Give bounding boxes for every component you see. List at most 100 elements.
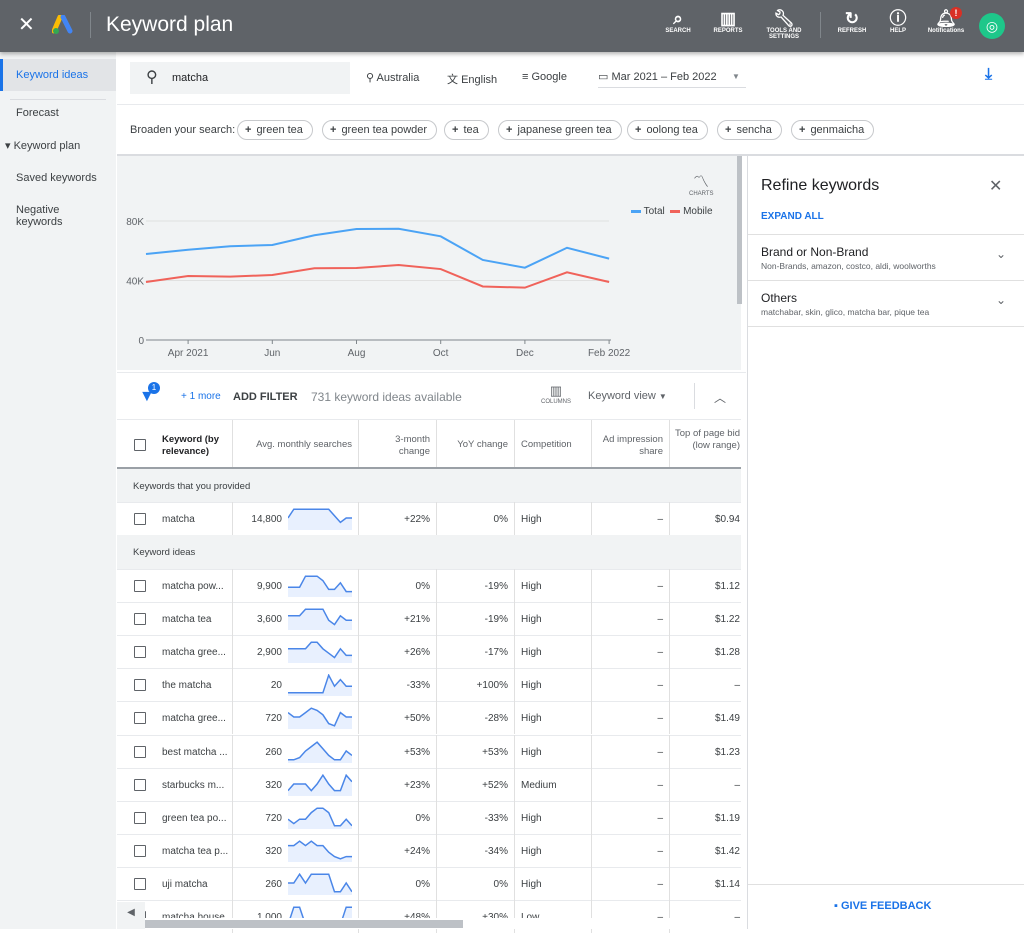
column-header[interactable]: Top of page bid (low range) <box>673 428 740 452</box>
keyword-cell[interactable]: matcha gree... <box>162 713 226 724</box>
keyword-cell[interactable]: uji matcha <box>162 879 208 890</box>
row-checkbox[interactable] <box>134 878 146 890</box>
keyword-cell[interactable]: starbucks m... <box>162 780 224 791</box>
date-range-selector[interactable]: ▭ Mar 2021 – Feb 2022▼ <box>598 70 746 88</box>
broaden-chip[interactable]: +tea <box>444 120 489 140</box>
row-checkbox[interactable] <box>134 580 146 592</box>
sidebar-item-keyword-ideas[interactable]: Keyword ideas <box>0 59 116 91</box>
bid-cell: – <box>669 780 740 791</box>
plus-icon: + <box>245 124 251 136</box>
row-checkbox[interactable] <box>134 746 146 758</box>
plus-icon: + <box>635 124 641 136</box>
bid-cell: $1.49 <box>669 713 740 724</box>
keyword-cell[interactable]: matcha pow... <box>162 581 224 592</box>
column-header[interactable]: Keyword (by relevance) <box>162 434 232 458</box>
language-selector[interactable]: 文 English <box>447 71 497 87</box>
column-header[interactable]: 3-month change <box>362 434 430 458</box>
competition-cell: High <box>521 747 542 758</box>
scroll-left-button[interactable]: ◀ <box>117 902 145 929</box>
sidebar-item-saved-keywords[interactable]: Saved keywords <box>0 172 116 184</box>
bid-cell: $1.12 <box>669 581 740 592</box>
searches-cell: 720 <box>232 713 282 724</box>
download-icon[interactable]: ⤓ <box>985 66 992 84</box>
network-label: Google <box>531 71 566 83</box>
give-feedback-button[interactable]: ▪ GIVE FEEDBACK <box>834 900 931 912</box>
x-tick-label: Dec <box>516 348 534 359</box>
keyword-cell[interactable]: matcha tea <box>162 614 211 625</box>
sidebar-item-negative-keywords[interactable]: Negative keywords <box>0 204 80 228</box>
yoy-cell: +53% <box>436 747 508 758</box>
trend-sparkline <box>288 807 352 829</box>
keyword-cell[interactable]: matcha <box>162 514 195 525</box>
row-checkbox[interactable] <box>134 845 146 857</box>
avatar[interactable]: ◎ <box>979 13 1005 39</box>
broaden-chip[interactable]: +oolong tea <box>627 120 708 140</box>
sparkline-area <box>288 509 352 530</box>
collapse-icon[interactable]: ︿ <box>714 389 726 406</box>
sparkline-area <box>288 709 352 730</box>
notifications-button[interactable]: 🔔︎Notifications <box>916 10 976 34</box>
expand-all-button[interactable]: EXPAND ALL <box>761 211 824 222</box>
row-checkbox[interactable] <box>134 812 146 824</box>
keyword-cell[interactable]: matcha tea p... <box>162 846 228 857</box>
competition-cell: High <box>521 581 542 592</box>
keyword-cell[interactable]: matcha gree... <box>162 647 226 658</box>
location-selector[interactable]: ⚲ Australia <box>366 71 419 84</box>
section-header: Keywords that you provided <box>133 481 250 492</box>
select-all-checkbox[interactable] <box>134 439 146 451</box>
plus-icon: + <box>799 124 805 136</box>
searches-cell: 9,900 <box>232 581 282 592</box>
refine-group-others[interactable]: Others matchabar, skin, glico, matcha ba… <box>748 281 1024 327</box>
row-checkbox[interactable] <box>134 712 146 724</box>
row-checkbox[interactable] <box>134 679 146 691</box>
impression-cell: – <box>591 581 663 592</box>
impression-cell: – <box>591 514 663 525</box>
refine-group-brand[interactable]: Brand or Non-Brand Non-Brands, amazon, c… <box>748 235 1024 281</box>
trend-sparkline <box>288 674 352 696</box>
broaden-chip[interactable]: +sencha <box>717 120 782 140</box>
three_month-cell: 0% <box>358 879 430 890</box>
three_month-cell: +23% <box>358 780 430 791</box>
keyword-view-dropdown[interactable]: Keyword view ▼ <box>588 390 667 402</box>
horizontal-scrollbar[interactable] <box>145 920 463 928</box>
sidebar-item-forecast[interactable]: Forecast <box>0 107 116 119</box>
x-tick-label: Feb 2022 <box>588 348 631 359</box>
column-header[interactable]: Ad impression share <box>595 434 663 458</box>
row-checkbox[interactable] <box>134 513 146 525</box>
broaden-chip[interactable]: +genmaicha <box>791 120 874 140</box>
x-tick-label: Aug <box>348 348 366 359</box>
vertical-scrollbar[interactable] <box>737 156 742 304</box>
keyword-cell[interactable]: best matcha ... <box>162 747 228 758</box>
row-checkbox[interactable] <box>134 613 146 625</box>
chip-label: green tea powder <box>341 124 427 136</box>
competition-cell: High <box>521 713 542 724</box>
column-header[interactable]: YoY change <box>440 439 508 451</box>
network-selector[interactable]: ≡ Google <box>522 71 567 83</box>
tools-label: TOOLS AND SETTINGS <box>766 28 801 40</box>
sidebar-item-keyword-plan[interactable]: ▾ Keyword plan <box>0 139 116 152</box>
yoy-cell: 0% <box>436 879 508 890</box>
row-checkbox[interactable] <box>134 779 146 791</box>
impression-cell: – <box>591 713 663 724</box>
reports-button[interactable]: ▥REPORTS <box>698 10 758 34</box>
dropdown-icon: ▼ <box>659 392 667 401</box>
columns-button[interactable]: ▥COLUMNS <box>538 383 574 405</box>
close-icon[interactable]: ✕ <box>18 12 35 37</box>
broaden-chip[interactable]: +green tea powder <box>322 120 437 140</box>
search-input[interactable]: ⚲ matcha <box>130 62 350 94</box>
column-header[interactable]: Avg. monthly searches <box>236 439 352 451</box>
broaden-chip[interactable]: +japanese green tea <box>498 120 622 140</box>
add-filter-button[interactable]: ADD FILTER <box>233 391 298 403</box>
row-checkbox[interactable] <box>134 646 146 658</box>
keyword-cell[interactable]: green tea po... <box>162 813 227 824</box>
yoy-cell: -19% <box>436 581 508 592</box>
keyword-cell[interactable]: the matcha <box>162 680 211 691</box>
close-icon[interactable]: ✕ <box>989 176 1002 196</box>
tools-button[interactable]: 🔧︎TOOLS AND SETTINGS <box>754 10 814 40</box>
more-filters-link[interactable]: + 1 more <box>181 391 221 402</box>
broaden-chip[interactable]: +green tea <box>237 120 313 140</box>
search-icon: ⚲ <box>146 67 158 87</box>
column-header[interactable]: Competition <box>521 439 572 451</box>
x-tick-label: Jun <box>264 348 280 359</box>
bid-cell: $1.14 <box>669 879 740 890</box>
